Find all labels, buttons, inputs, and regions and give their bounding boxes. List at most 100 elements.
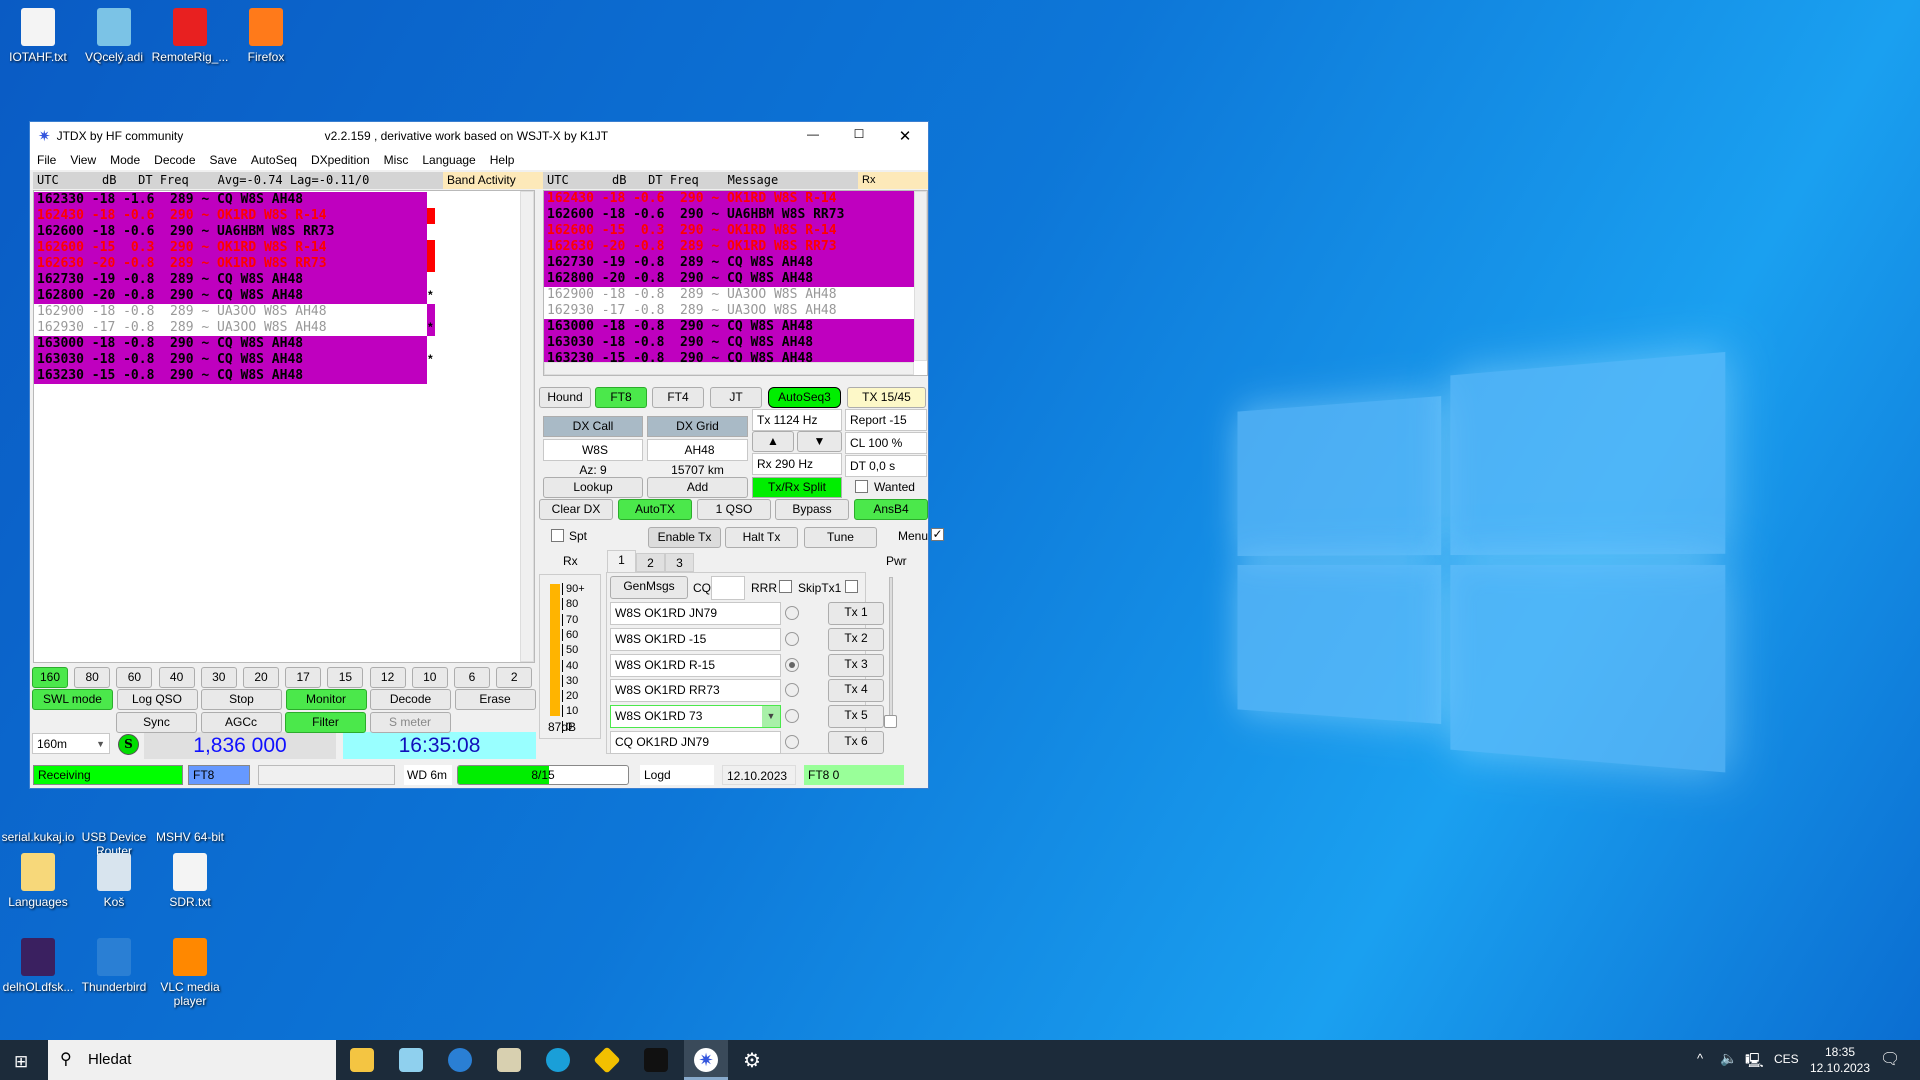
edge-icon[interactable]	[546, 1048, 570, 1072]
mode-button-ft4[interactable]: FT4	[652, 387, 704, 408]
s-meter-indicator[interactable]: S	[118, 734, 139, 755]
menu-file[interactable]: File	[30, 153, 63, 167]
tx3-message-input[interactable]: W8S OK1RD R-15	[610, 653, 781, 677]
decode-row[interactable]: 163000 -18 -0.8 290 ~ CQ W8S AH48	[34, 336, 534, 352]
band-button-160[interactable]: 160	[32, 667, 68, 688]
tx1-radio[interactable]	[785, 606, 799, 620]
settings-icon[interactable]: ⚙	[743, 1048, 761, 1073]
band-button-80[interactable]: 80	[74, 667, 111, 688]
decode-row[interactable]: 162430 -18 -0.6 290 ~ OK1RD W8S R-14	[34, 208, 534, 224]
power-slider-handle[interactable]	[884, 715, 897, 728]
wanted-checkbox[interactable]	[855, 480, 868, 493]
desktop-icon[interactable]: USB Device Router	[74, 788, 154, 858]
tx3-button[interactable]: Tx 3	[828, 653, 884, 677]
tray-chevron-icon[interactable]: ^	[1697, 1051, 1703, 1066]
search-box[interactable]: ⚲ Hledat	[48, 1040, 336, 1080]
tx2-button[interactable]: Tx 2	[828, 627, 884, 651]
menu-view[interactable]: View	[63, 153, 103, 167]
menu-mode[interactable]: Mode	[103, 153, 147, 167]
tab-3[interactable]: 3	[665, 553, 694, 572]
tx-down-button[interactable]: ▼	[797, 431, 842, 452]
lookup-button[interactable]: Lookup	[543, 477, 643, 498]
language-indicator[interactable]: CES	[1774, 1052, 1799, 1066]
cl-spinbox[interactable]: CL 100 %	[845, 432, 927, 454]
decode-row[interactable]: 162600 -18 -0.6 290 ~ UA6HBM W8S RR73	[34, 224, 534, 240]
rx-frequency-hscrollbar[interactable]	[544, 362, 914, 375]
tx-up-button[interactable]: ▲	[752, 431, 794, 452]
decode-row[interactable]: 162630 -20 -0.8 289 ~ OK1RD W8S RR73	[34, 256, 534, 272]
decode-row[interactable]: 163230 -15 -0.8 290 ~ CQ W8S AH48	[34, 368, 534, 384]
mode-button-jt[interactable]: JT	[710, 387, 762, 408]
ansb4-button[interactable]: AnsB4	[854, 499, 928, 520]
control-sync-button[interactable]: Sync	[116, 712, 197, 733]
decode-row[interactable]: 162900 -18 -0.8 289 ~ UA3OO W8S AH48	[34, 304, 534, 320]
tx1-message-input[interactable]: W8S OK1RD JN79	[610, 602, 781, 625]
decode-row[interactable]: 162900 -18 -0.8 289 ~ UA3OO W8S AH48	[544, 287, 914, 303]
tab-2[interactable]: 2	[636, 553, 665, 572]
tx6-radio[interactable]	[785, 735, 799, 749]
power-slider-track[interactable]	[889, 577, 893, 727]
clear-dx-button[interactable]: Clear DX	[539, 499, 613, 520]
tx5-button[interactable]: Tx 5	[828, 705, 884, 729]
desktop-icon[interactable]: IOTAHF.txt	[0, 8, 78, 64]
network-icon[interactable]: 🖳	[1745, 1050, 1764, 1074]
band-select[interactable]: 160m ▼	[32, 733, 110, 754]
thunderbird-icon[interactable]	[448, 1048, 472, 1072]
band-button-10[interactable]: 10	[411, 667, 448, 688]
road-sign-icon[interactable]	[593, 1046, 621, 1074]
decode-row[interactable]: 162930 -17 -0.8 289 ~ UA3OO W8S AH48	[544, 303, 914, 319]
band-button-12[interactable]: 12	[369, 667, 406, 688]
report-spinbox[interactable]: Report -15	[845, 409, 927, 431]
rx-frequency-list[interactable]: 162430 -18 -0.6 290 ~ OK1RD W8S R-14 1626…	[543, 190, 928, 376]
control-monitor-button[interactable]: Monitor	[285, 689, 367, 710]
genmsgs-button[interactable]: GenMsgs	[610, 576, 688, 599]
band-activity-scrollbar[interactable]	[520, 191, 534, 662]
decode-row[interactable]: 162600 -18 -0.6 290 ~ UA6HBM W8S RR73	[544, 207, 914, 223]
minimize-button[interactable]: —	[790, 127, 836, 145]
control-agcc-button[interactable]: AGCc	[200, 712, 282, 733]
tx5-message-input[interactable]: W8S OK1RD 73 ▼	[610, 705, 781, 729]
desktop-icon[interactable]: Thunderbird	[74, 938, 154, 994]
decode-row[interactable]: 162600 -15 0.3 290 ~ OK1RD W8S R-14	[34, 240, 534, 256]
notification-icon[interactable]: 🗨	[1880, 1049, 1900, 1069]
tx2-radio[interactable]	[785, 631, 799, 646]
menu-checkbox[interactable]: ✓	[931, 528, 944, 541]
decode-row[interactable]: 162600 -15 0.3 290 ~ OK1RD W8S R-14	[544, 223, 914, 239]
tx2-message-input[interactable]: W8S OK1RD -15	[610, 627, 781, 651]
tx4-button[interactable]: Tx 4	[828, 679, 884, 703]
tune-button[interactable]: Tune	[804, 527, 877, 548]
control-decode-button[interactable]: Decode	[370, 689, 451, 710]
file-explorer-icon[interactable]	[350, 1048, 374, 1072]
tx6-message-input[interactable]: CQ OK1RD JN79	[610, 731, 781, 754]
volume-icon[interactable]: 🔈	[1720, 1050, 1737, 1067]
desktop-icon[interactable]: Languages	[0, 853, 78, 909]
control-filter-button[interactable]: Filter	[285, 712, 366, 733]
mode-button-autoseq3[interactable]: AutoSeq3	[768, 387, 841, 408]
cq-input[interactable]	[711, 576, 745, 600]
menu-dxpedition[interactable]: DXpedition	[304, 153, 377, 167]
app-icon[interactable]	[644, 1048, 668, 1072]
control-erase-button[interactable]: Erase	[454, 689, 536, 710]
band-button-17[interactable]: 17	[285, 667, 322, 688]
desktop-icon[interactable]: Firefox	[226, 8, 306, 64]
control-swl-mode-button[interactable]: SWL mode	[32, 689, 113, 710]
band-button-40[interactable]: 40	[158, 667, 195, 688]
decode-row[interactable]: 162730 -19 -0.8 289 ~ CQ W8S AH48	[34, 272, 534, 288]
desktop-icon[interactable]: Koš	[74, 853, 154, 909]
rx-frequency-vscrollbar[interactable]	[914, 191, 927, 361]
add-button[interactable]: Add	[647, 477, 748, 498]
start-button[interactable]: ⊞	[14, 1052, 28, 1072]
band-button-60[interactable]: 60	[116, 667, 153, 688]
rx-frequency-spinbox[interactable]: Rx 290 Hz	[752, 453, 842, 475]
skiptx1-checkbox[interactable]	[845, 580, 858, 593]
menu-misc[interactable]: Misc	[377, 153, 416, 167]
dx-call-input[interactable]: W8S	[543, 439, 643, 461]
spt-checkbox[interactable]	[551, 529, 564, 542]
menu-save[interactable]: Save	[203, 153, 244, 167]
menu-help[interactable]: Help	[483, 153, 522, 167]
band-button-2[interactable]: 2	[496, 667, 533, 688]
control-stop-button[interactable]: Stop	[201, 689, 282, 710]
decode-row[interactable]: 162330 -18 -1.6 289 ~ CQ W8S AH48	[34, 192, 534, 208]
desktop-icon[interactable]: MSHV 64-bit	[150, 788, 230, 844]
band-button-6[interactable]: 6	[454, 667, 490, 688]
